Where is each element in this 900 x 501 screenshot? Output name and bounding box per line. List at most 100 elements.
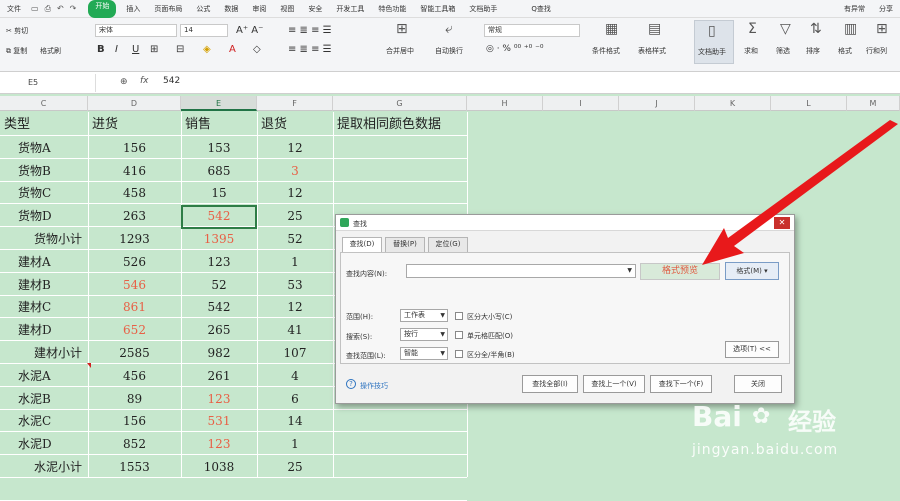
type-cell[interactable]: 建材A	[18, 251, 88, 273]
sales-cell[interactable]: 123	[181, 251, 257, 273]
search-direction-select[interactable]: 按行 ▼	[400, 328, 448, 341]
header-cell[interactable]: 退货	[261, 114, 331, 136]
stock-in-cell[interactable]: 1553	[88, 456, 181, 478]
selected-cell-e5[interactable]	[181, 205, 257, 229]
cond-format-icon[interactable]: ▦	[605, 22, 618, 36]
type-cell[interactable]: 水泥A	[18, 365, 88, 387]
stock-in-cell[interactable]: 1293	[88, 228, 181, 250]
stock-in-cell[interactable]: 458	[88, 182, 181, 204]
lookin-select[interactable]: 智能 ▼	[400, 347, 448, 360]
menu-tab-4[interactable]: 数据	[217, 0, 245, 18]
returns-cell[interactable]: 6	[257, 388, 333, 410]
number-format-select[interactable]: 常规	[484, 24, 580, 37]
sales-cell[interactable]: 15	[181, 182, 257, 204]
type-cell[interactable]: 建材C	[18, 296, 88, 318]
format-button[interactable]: 格式	[838, 46, 852, 56]
stock-in-cell[interactable]: 2585	[88, 342, 181, 364]
tab-replace[interactable]: 替换(P)	[385, 237, 425, 252]
sales-cell[interactable]: 531	[181, 410, 257, 432]
stock-in-cell[interactable]: 852	[88, 433, 181, 455]
tab-goto[interactable]: 定位(G)	[428, 237, 468, 252]
save-icon[interactable]: ▭	[28, 4, 42, 13]
menu-tab-3[interactable]: 公式	[189, 0, 217, 18]
menu-tab-1[interactable]: 插入	[119, 0, 147, 18]
menu-tab-0[interactable]: 开始	[88, 0, 117, 18]
file-menu[interactable]: 文件	[0, 0, 28, 18]
stock-in-cell[interactable]: 652	[88, 319, 181, 341]
menu-tab-5[interactable]: 审阅	[245, 0, 273, 18]
close-button[interactable]: 关闭	[734, 375, 782, 393]
sales-cell[interactable]: 685	[181, 160, 257, 182]
column-header-d[interactable]: D	[88, 96, 181, 111]
italic-button[interactable]: I	[115, 44, 118, 55]
font-grow-icon[interactable]: A⁺ A⁻	[236, 25, 263, 36]
header-cell[interactable]: 进货	[92, 114, 178, 136]
sum-icon[interactable]: Σ	[748, 22, 757, 36]
bold-button[interactable]: B	[97, 44, 105, 55]
returns-cell[interactable]: 3	[257, 160, 333, 182]
returns-cell[interactable]: 53	[257, 274, 333, 296]
menu-tab-9[interactable]: 特色功能	[371, 0, 413, 18]
sales-cell[interactable]: 261	[181, 365, 257, 387]
returns-cell[interactable]: 25	[257, 456, 333, 478]
search-command[interactable]: Q查找	[524, 0, 558, 18]
name-box[interactable]: E5	[0, 74, 96, 92]
sales-cell[interactable]: 982	[181, 342, 257, 364]
stock-in-cell[interactable]: 526	[88, 251, 181, 273]
tab-find[interactable]: 查找(D)	[342, 237, 382, 253]
type-cell[interactable]: 货物D	[18, 205, 88, 227]
merge-center-icon[interactable]: ⊞	[396, 22, 408, 36]
copy-button[interactable]: ⧉ 复制	[6, 46, 27, 56]
type-cell[interactable]: 货物B	[18, 160, 88, 182]
returns-cell[interactable]: 1	[257, 433, 333, 455]
type-cell[interactable]: 货物C	[18, 182, 88, 204]
find-next-button[interactable]: 查找下一个(F)	[650, 375, 712, 393]
match-case-checkbox[interactable]	[455, 312, 463, 320]
filter-button[interactable]: 筛选	[776, 46, 790, 56]
stock-in-cell[interactable]: 546	[88, 274, 181, 296]
returns-cell[interactable]: 12	[257, 182, 333, 204]
find-prev-button[interactable]: 查找上一个(V)	[583, 375, 645, 393]
zoom-icon[interactable]: ⊕	[120, 77, 128, 87]
returns-cell[interactable]: 14	[257, 410, 333, 432]
wrap-text-button[interactable]: 自动换行	[435, 46, 463, 56]
match-width-checkbox[interactable]	[455, 350, 463, 358]
fill-color-icon[interactable]: ◈	[203, 44, 211, 55]
font-size-select[interactable]: 14	[180, 24, 228, 37]
sort-icon[interactable]: ⇅	[810, 22, 822, 36]
sales-cell[interactable]: 265	[181, 319, 257, 341]
menu-tab-6[interactable]: 视图	[273, 0, 301, 18]
menu-tab-2[interactable]: 页面布局	[147, 0, 189, 18]
scope-select[interactable]: 工作表 ▼	[400, 309, 448, 322]
sales-cell[interactable]: 123	[181, 388, 257, 410]
underline-button[interactable]: U	[132, 44, 139, 55]
stock-in-cell[interactable]: 456	[88, 365, 181, 387]
sales-cell[interactable]: 52	[181, 274, 257, 296]
menu-tab-11[interactable]: 文档助手	[462, 0, 504, 18]
column-header-f[interactable]: F	[257, 96, 333, 111]
returns-cell[interactable]: 25	[257, 205, 333, 227]
sum-button[interactable]: 求和	[744, 46, 758, 56]
returns-cell[interactable]: 1	[257, 251, 333, 273]
undo-icon[interactable]: ↶	[54, 4, 67, 13]
type-cell[interactable]: 水泥B	[18, 388, 88, 410]
menu-tab-8[interactable]: 开发工具	[329, 0, 371, 18]
column-header-j[interactable]: J	[619, 96, 695, 111]
returns-cell[interactable]: 107	[257, 342, 333, 364]
clear-icon[interactable]: ◇	[253, 44, 261, 55]
tips-link[interactable]: 操作技巧	[360, 381, 388, 391]
column-header-e[interactable]: E	[181, 96, 257, 111]
stock-in-cell[interactable]: 861	[88, 296, 181, 318]
returns-cell[interactable]: 41	[257, 319, 333, 341]
column-header-k[interactable]: K	[695, 96, 771, 111]
returns-cell[interactable]: 52	[257, 228, 333, 250]
format-painter-button[interactable]: 格式刷	[40, 46, 61, 56]
sales-cell[interactable]: 1395	[181, 228, 257, 250]
stock-in-cell[interactable]: 416	[88, 160, 181, 182]
options-button[interactable]: 选项(T) <<	[725, 341, 779, 358]
font-name-select[interactable]: 宋体	[95, 24, 177, 37]
column-header-m[interactable]: M	[847, 96, 900, 111]
header-cell[interactable]: 类型	[4, 114, 88, 136]
table-style-icon[interactable]: ▤	[648, 22, 661, 36]
column-header-l[interactable]: L	[771, 96, 847, 111]
